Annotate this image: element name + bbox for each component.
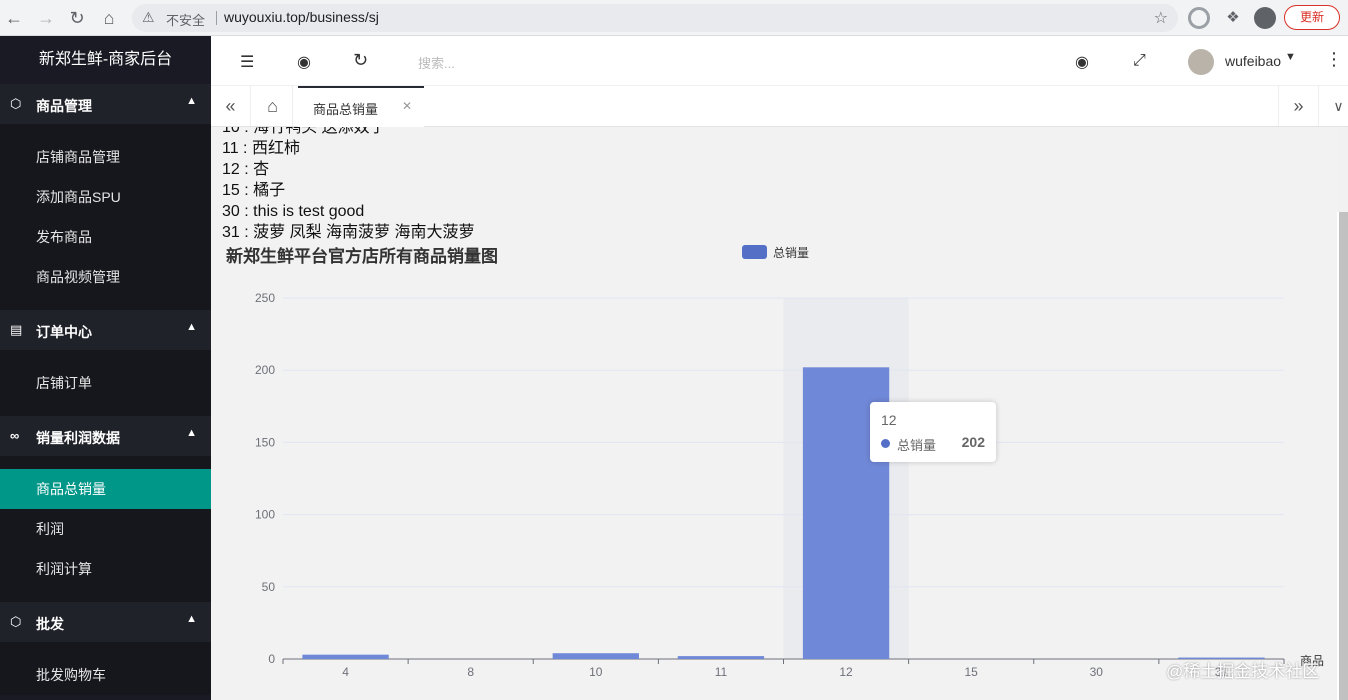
tabs-scroll-left-icon[interactable]: « — [211, 86, 251, 126]
forward-icon[interactable]: → — [34, 6, 58, 30]
watermark: @稀土掘金技术社区 — [1166, 662, 1320, 681]
sidebar-item-publish[interactable]: 发布商品 — [0, 217, 211, 257]
x-tick-label: 15 — [965, 665, 979, 679]
x-tick-label: 11 — [715, 665, 728, 679]
y-tick-label: 200 — [255, 363, 275, 377]
caret-up-icon: ▲ — [186, 427, 197, 439]
y-tick-label: 50 — [262, 580, 276, 594]
caret-up-icon: ▲ — [186, 95, 197, 107]
tabs-bar: « ⌂ 商品总销量 ✕ » ∨ — [211, 86, 1348, 127]
group-label: 商品管理 — [36, 98, 92, 114]
x-tick-label: 4 — [342, 665, 349, 679]
infinity-icon: ∞ — [10, 428, 20, 443]
y-tick-label: 150 — [255, 435, 275, 449]
sidebar-group-orders[interactable]: ▤ 订单中心 ▲ — [0, 310, 211, 350]
sidebar: 新郑生鲜-商家后台 ⬡ 商品管理 ▲ 店铺商品管理 添加商品SPU 发布商品 商… — [0, 36, 211, 700]
x-tick-label: 8 — [467, 665, 474, 679]
y-tick-label: 100 — [255, 508, 275, 522]
update-button[interactable]: 更新 — [1284, 5, 1340, 30]
sidebar-group-wholesale[interactable]: ⬡ 批发 ▲ — [0, 602, 211, 642]
menu-indent-icon[interactable]: ☰ — [240, 52, 254, 72]
bookmark-star-icon[interactable]: ☆ — [1154, 8, 1168, 28]
divider — [216, 11, 217, 25]
refresh-icon[interactable]: ↻ — [353, 50, 368, 71]
username[interactable]: wufeibao — [1225, 53, 1281, 69]
avatar[interactable] — [1188, 49, 1214, 75]
tab-total-sales[interactable]: 商品总销量 ✕ — [298, 86, 424, 127]
tooltip-category: 12 — [881, 412, 897, 428]
back-icon[interactable]: ← — [2, 6, 26, 30]
bar — [552, 653, 639, 659]
bar — [302, 654, 389, 659]
chevron-down-icon[interactable]: ▼ — [1285, 51, 1296, 63]
chart-tooltip: 12 总销量 202 — [870, 402, 996, 462]
warning-icon: ⚠ — [142, 9, 155, 25]
x-tick-label: 30 — [1090, 665, 1104, 679]
extension-icon[interactable] — [1188, 7, 1210, 29]
home-icon[interactable]: ⌂ — [97, 6, 121, 30]
sidebar-group-sales[interactable]: ∞ 销量利润数据 ▲ — [0, 416, 211, 456]
caret-up-icon: ▲ — [186, 613, 197, 625]
main-content: 10 : 海竹鸭头 送添奴子 11 : 西红柿 12 : 杏 15 : 橘子 3… — [211, 127, 1337, 700]
y-tick-label: 250 — [255, 291, 275, 305]
sidebar-item-total-sales[interactable]: 商品总销量 — [0, 469, 211, 509]
home-tab-icon[interactable]: ⌂ — [253, 86, 293, 126]
theme-palette-icon[interactable]: ◉ — [1075, 52, 1089, 72]
tab-label: 商品总销量 — [313, 102, 379, 117]
sidebar-item-wholesale-cart[interactable]: 批发购物车 — [0, 655, 211, 695]
tabs-scroll-right-icon[interactable]: » — [1278, 86, 1318, 126]
sidebar-group-product[interactable]: ⬡ 商品管理 ▲ — [0, 84, 211, 124]
sidebar-item-profit[interactable]: 利润 — [0, 509, 211, 549]
group-label: 批发 — [36, 616, 64, 632]
group-label: 订单中心 — [36, 324, 92, 340]
x-tick-label: 12 — [839, 665, 853, 679]
caret-up-icon: ▲ — [186, 321, 197, 333]
brand-title: 新郑生鲜-商家后台 — [38, 51, 173, 68]
bar-chart: 0501001502002504 8 10 11 12 15 30 31 — [255, 291, 1285, 679]
insecure-label: 不安全 — [166, 13, 206, 28]
tooltip-value: 202 — [961, 434, 985, 450]
y-tick-label: 0 — [268, 652, 275, 666]
browser-chrome: ← → ↻ ⌂ ⚠ 不安全 wuyouxiu.top/business/sj ☆… — [0, 0, 1348, 36]
puzzle-icon[interactable]: ❖ — [1221, 6, 1245, 30]
group-label: 销量利润数据 — [36, 430, 120, 446]
sidebar-item-video[interactable]: 商品视频管理 — [0, 257, 211, 297]
cube-icon: ⬡ — [10, 614, 22, 629]
globe-icon[interactable]: ◉ — [297, 52, 311, 72]
reload-icon[interactable]: ↻ — [65, 6, 89, 30]
chevron-down-icon[interactable]: ∨ — [1318, 86, 1348, 126]
search-input[interactable]: 搜索... — [418, 53, 455, 72]
profile-icon[interactable] — [1254, 7, 1276, 29]
bar — [677, 656, 765, 659]
top-header: ☰ ◉ ↻ 搜索... ◉ ⤢ wufeibao ▼ ⋮ — [211, 36, 1348, 86]
scrollbar-thumb[interactable] — [1339, 212, 1348, 700]
sidebar-item-shop-orders[interactable]: 店铺订单 — [0, 363, 211, 403]
cube-icon: ⬡ — [10, 96, 22, 111]
sidebar-item-shop-products[interactable]: 店铺商品管理 — [0, 137, 211, 177]
order-icon: ▤ — [10, 322, 23, 337]
scrollbar-track — [1337, 127, 1348, 212]
sidebar-item-add-spu[interactable]: 添加商品SPU — [0, 177, 211, 217]
sidebar-item-profit-calc[interactable]: 利润计算 — [0, 549, 211, 589]
address-bar[interactable]: ⚠ 不安全 wuyouxiu.top/business/sj ☆ — [132, 4, 1178, 32]
url-text[interactable]: wuyouxiu.top/business/sj — [224, 9, 379, 25]
close-icon[interactable]: ✕ — [402, 99, 412, 113]
more-vertical-icon[interactable]: ⋮ — [1325, 49, 1343, 70]
tooltip-dot — [881, 439, 890, 448]
tooltip-series: 总销量 — [897, 438, 937, 453]
x-tick-label: 10 — [589, 665, 603, 679]
fullscreen-icon[interactable]: ⤢ — [1133, 52, 1146, 70]
